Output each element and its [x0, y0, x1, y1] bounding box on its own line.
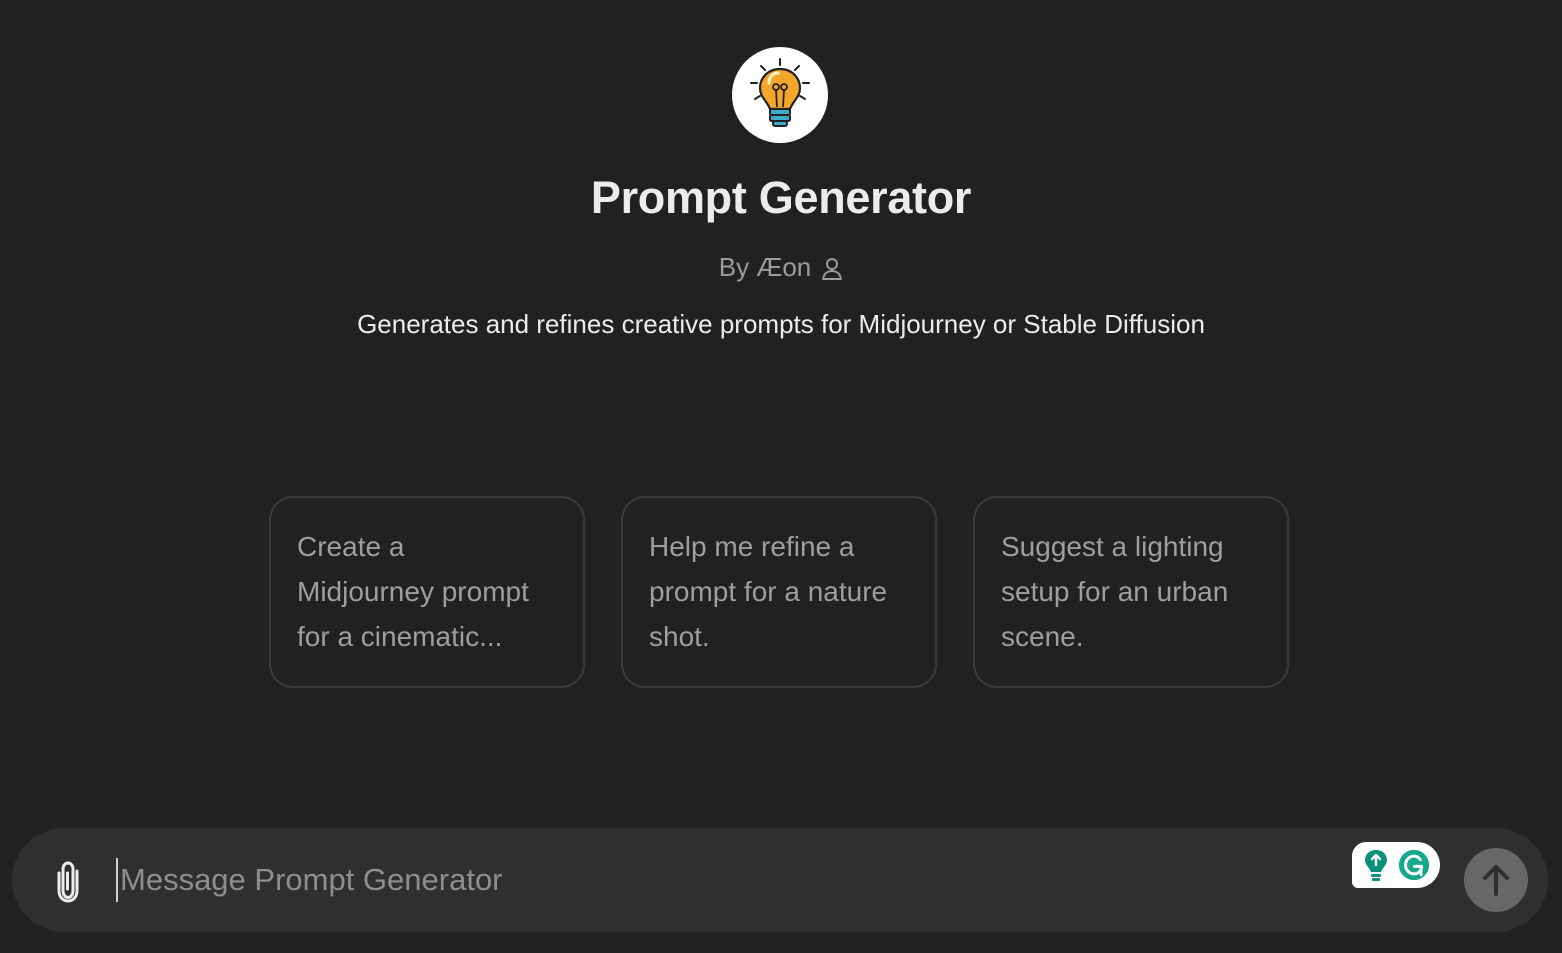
bulb-suggestion-icon [1365, 850, 1387, 881]
send-button[interactable] [1464, 848, 1528, 912]
gpt-description: Generates and refines creative prompts f… [357, 309, 1205, 339]
conversation-starter[interactable]: Create a Midjourney prompt for a cinemat… [269, 496, 585, 688]
message-input[interactable] [116, 858, 1320, 902]
attach-button[interactable] [48, 858, 88, 904]
arrow-up-icon [1483, 865, 1509, 896]
author-label: By Æon [718, 252, 812, 282]
gpt-avatar [732, 47, 828, 143]
message-composer [12, 828, 1548, 932]
starter-text: Help me refine a prompt for a nature sho… [649, 531, 888, 652]
grammarly-widget[interactable] [1352, 842, 1440, 888]
gpt-chat-page: Prompt Generator By Æon Generates and re… [0, 0, 1562, 953]
person-icon [822, 257, 843, 280]
paperclip-icon [57, 861, 79, 903]
conversation-starter[interactable]: Suggest a lighting setup for an urban sc… [973, 496, 1289, 688]
starter-text: Suggest a lighting setup for an urban sc… [1001, 531, 1229, 652]
grammarly-icon [1398, 849, 1430, 881]
starter-text: Create a Midjourney prompt for a cinemat… [297, 531, 529, 652]
lightbulb-icon [750, 58, 810, 127]
gpt-author[interactable]: By Æon [0, 252, 1562, 283]
conversation-starter[interactable]: Help me refine a prompt for a nature sho… [621, 496, 937, 688]
gpt-title: Prompt Generator [590, 172, 972, 223]
